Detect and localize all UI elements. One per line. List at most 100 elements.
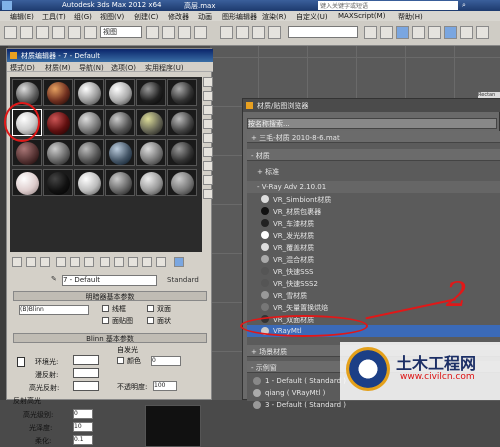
sample-slot-21[interactable] [74, 169, 104, 196]
select-by-material-icon[interactable] [203, 175, 213, 185]
redo-icon[interactable] [20, 26, 33, 39]
go-forward-sibling-icon[interactable] [156, 257, 166, 267]
mirror-icon[interactable] [364, 26, 377, 39]
material-type-button[interactable]: Standard [167, 276, 199, 284]
file-library-group[interactable]: + 三毛-材质 2010-8-6.mat [247, 131, 500, 143]
self-illum-value[interactable]: 0 [151, 356, 181, 366]
opacity-field[interactable]: 100 [153, 381, 177, 391]
wire-checkbox[interactable] [102, 305, 109, 312]
get-material-icon[interactable] [12, 257, 22, 267]
link-icon[interactable] [36, 26, 49, 39]
sample-slot-19[interactable] [12, 169, 42, 196]
render-setup-icon[interactable] [460, 26, 473, 39]
make-unique-icon[interactable] [70, 257, 80, 267]
show-end-result-icon[interactable] [128, 257, 138, 267]
pivot-icon[interactable] [146, 26, 159, 39]
ambient-color-swatch[interactable] [73, 355, 99, 365]
shader-basic-rollout[interactable]: 明暗器基本参数 [13, 291, 207, 301]
menu-maxscript[interactable]: MAXScript(M) [338, 12, 385, 20]
browser-search-input[interactable]: 按名称搜索... [247, 118, 497, 129]
percent-snap-icon[interactable] [252, 26, 265, 39]
undo-icon[interactable] [4, 26, 17, 39]
video-color-check-icon[interactable] [203, 133, 213, 143]
eyedropper-icon[interactable]: ✎ [51, 275, 57, 283]
unlink-icon[interactable] [52, 26, 65, 39]
reference-coordinate-select[interactable]: 视图 [100, 26, 142, 38]
sample-slot-13[interactable] [12, 139, 42, 166]
specular-level-field[interactable]: 0 [73, 409, 93, 419]
vray-group[interactable]: - V-Ray Adv 2.10.01 [247, 181, 500, 193]
sample-slot-24[interactable] [167, 169, 197, 196]
materials-group[interactable]: - 材质 [247, 149, 500, 161]
diffuse-color-swatch[interactable] [73, 368, 99, 378]
me-menu-navigation[interactable]: 导航(N) [79, 63, 104, 73]
sample-slot-5[interactable] [136, 79, 166, 106]
shader-type-select[interactable]: (B)Blinn [19, 305, 89, 315]
sample-slot-12[interactable] [167, 109, 197, 136]
sample-slot-18[interactable] [167, 139, 197, 166]
reset-map-icon[interactable] [56, 257, 66, 267]
sample-slot-15[interactable] [74, 139, 104, 166]
browser-item[interactable]: VR_车漆材质 [247, 217, 500, 229]
scale-icon[interactable] [194, 26, 207, 39]
specular-color-swatch[interactable] [73, 381, 99, 391]
browser-item[interactable]: VR_混合材质 [247, 253, 500, 265]
faceted-checkbox[interactable] [147, 317, 154, 324]
two-sided-checkbox[interactable] [147, 305, 154, 312]
sample-slot-17[interactable] [136, 139, 166, 166]
select-icon[interactable] [68, 26, 81, 39]
render-icon[interactable] [476, 26, 489, 39]
material-navigator-icon[interactable] [203, 189, 213, 199]
put-to-library-icon[interactable] [84, 257, 94, 267]
layer-manager-icon[interactable] [396, 26, 409, 39]
sample-slot-10[interactable] [105, 109, 135, 136]
angle-snap-icon[interactable] [236, 26, 249, 39]
sample-slot-4[interactable] [105, 79, 135, 106]
sample-slot-3[interactable] [74, 79, 104, 106]
self-illum-color-checkbox[interactable] [117, 357, 124, 364]
sample-slot-22[interactable] [105, 169, 135, 196]
rotate-icon[interactable] [178, 26, 191, 39]
sample-slot-2[interactable] [43, 79, 73, 106]
sample-slot-11[interactable] [136, 109, 166, 136]
me-menu-utilities[interactable]: 实用程序(U) [145, 63, 184, 73]
soften-field[interactable]: 0.1 [73, 435, 93, 445]
schematic-view-icon[interactable] [428, 26, 441, 39]
browser-item[interactable]: VR_材质包裹器 [247, 205, 500, 217]
move-icon[interactable] [162, 26, 175, 39]
options-icon[interactable] [203, 161, 213, 171]
sample-slot-16[interactable] [105, 139, 135, 166]
me-menu-options[interactable]: 选项(O) [111, 63, 136, 73]
browser-item[interactable]: VR_发光材质 [247, 229, 500, 241]
uv-tiling-icon[interactable] [203, 119, 213, 129]
me-menu-material[interactable]: 材质(M) [45, 63, 71, 73]
standard-group[interactable]: + 标准 [247, 165, 500, 177]
material-editor-titlebar[interactable]: 材质编辑器 - 7 - Default [7, 49, 213, 62]
me-menu-modes[interactable]: 模式(D) [10, 63, 35, 73]
app-logo-icon[interactable] [2, 1, 12, 10]
sample-slot-14[interactable] [43, 139, 73, 166]
sample-slot-8[interactable] [43, 109, 73, 136]
sample-slot-6[interactable] [167, 79, 197, 106]
face-map-checkbox[interactable] [102, 317, 109, 324]
show-map-icon[interactable] [114, 257, 124, 267]
backlight-icon[interactable] [203, 91, 213, 101]
browser-item[interactable]: VR_Simbiont材质 [247, 193, 500, 205]
align-icon[interactable] [380, 26, 393, 39]
sample-slot-9[interactable] [74, 109, 104, 136]
spinner-snap-icon[interactable] [268, 26, 281, 39]
sample-type-icon[interactable] [203, 77, 213, 87]
sample-slot-20[interactable] [43, 169, 73, 196]
sample-slot-23[interactable] [136, 169, 166, 196]
browser-titlebar[interactable]: 材质/贴图浏览器 [243, 99, 500, 112]
material-id-icon[interactable] [100, 257, 110, 267]
pick-material-icon[interactable] [174, 257, 184, 267]
material-name-field[interactable]: 7 - Default [62, 275, 157, 286]
lock-icon[interactable] [17, 357, 25, 367]
go-to-parent-icon[interactable] [142, 257, 152, 267]
assign-to-selection-icon[interactable] [40, 257, 50, 267]
glossiness-field[interactable]: 10 [73, 422, 93, 432]
browser-item[interactable]: VR_覆盖材质 [247, 241, 500, 253]
blinn-basic-rollout[interactable]: Blinn 基本参数 [13, 333, 207, 343]
background-icon[interactable] [203, 105, 213, 115]
